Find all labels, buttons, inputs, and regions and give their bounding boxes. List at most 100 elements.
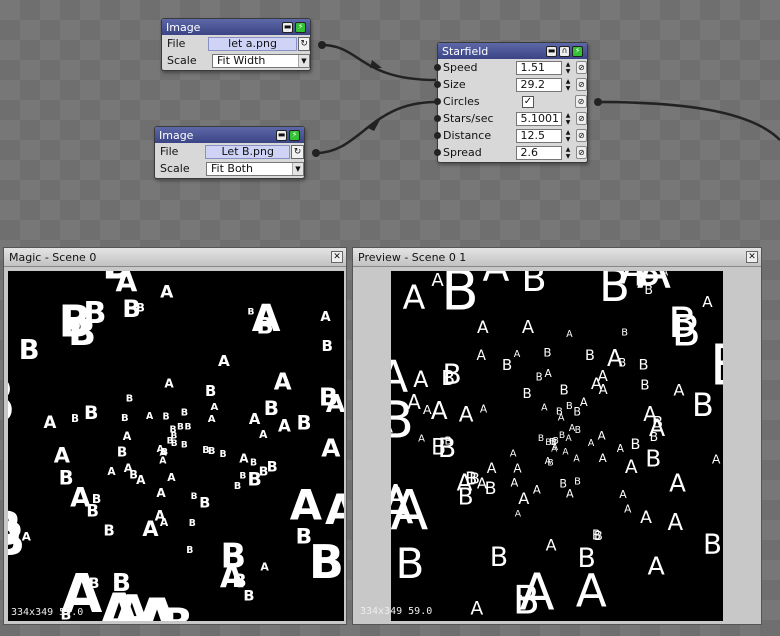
close-icon[interactable]: ✕ <box>331 251 343 263</box>
star-glyph: A <box>54 443 71 467</box>
power-icon[interactable]: ⚡ <box>289 129 300 141</box>
star-glyph: B <box>191 492 198 502</box>
power-icon[interactable]: ⚡ <box>295 21 306 33</box>
link-icon[interactable]: ∩ <box>559 45 570 57</box>
link-icon[interactable]: ⊘ <box>575 61 587 74</box>
spinner-icon[interactable]: ▲ ▼ <box>563 112 572 126</box>
file-input[interactable]: let a.png <box>207 36 298 51</box>
star-glyph: B <box>19 335 40 366</box>
param-label-stars-sec: Stars/sec <box>443 112 494 125</box>
power-icon[interactable]: ⚡ <box>572 45 583 57</box>
star-glyph: A <box>146 411 154 422</box>
star-glyph: A <box>278 417 291 436</box>
star-glyph: B <box>523 387 532 402</box>
star-glyph: A <box>459 403 474 428</box>
input-port[interactable] <box>434 64 441 71</box>
image-node-a-header[interactable]: Image ▬ ⚡ <box>162 19 310 35</box>
minimize-icon[interactable]: ▬ <box>276 129 287 141</box>
star-glyph: B <box>633 271 661 295</box>
link-icon[interactable]: ⊘ <box>575 112 587 125</box>
star-glyph: B <box>264 397 279 420</box>
speed-input[interactable]: 1.51 <box>516 60 563 75</box>
spinner-icon[interactable]: ▲ ▼ <box>563 146 572 160</box>
star-glyph: A <box>513 462 522 476</box>
star-glyph: B <box>560 384 569 399</box>
image-node-b-header[interactable]: Image ▬ ⚡ <box>155 127 304 143</box>
star-glyph: A <box>252 297 281 340</box>
spinner-icon[interactable]: ▲ ▼ <box>563 129 572 143</box>
star-glyph: A <box>274 370 292 396</box>
star-glyph: A <box>515 509 522 520</box>
file-input[interactable]: Let B.png <box>205 144 291 159</box>
circles-checkbox[interactable]: ✓ <box>522 95 534 108</box>
panel-title-bar[interactable]: Magic - Scene 0 ✕ <box>4 248 346 267</box>
star-glyph: A <box>107 466 116 478</box>
scale-select[interactable]: Fit Width ▼ <box>212 53 310 68</box>
minimize-icon[interactable]: ▬ <box>282 21 293 33</box>
magic-render-viewport[interactable]: AABBBBABABBBBBBABABBBBBBBBBBABABBBAABABB… <box>8 271 344 621</box>
star-glyph: A <box>124 461 133 475</box>
star-glyph: A <box>477 318 489 338</box>
spinner-icon[interactable]: ▲ ▼ <box>563 78 572 92</box>
star-glyph: A <box>522 317 535 338</box>
star-glyph: B <box>485 479 497 499</box>
link-icon[interactable]: ⊘ <box>575 129 587 142</box>
star-glyph: A <box>480 403 488 416</box>
star-glyph: B <box>222 271 270 279</box>
star-glyph: A <box>157 444 165 455</box>
star-glyph: A <box>573 454 580 465</box>
star-glyph: A <box>431 271 444 291</box>
spinner-icon[interactable]: ▲ ▼ <box>563 61 572 75</box>
input-port[interactable] <box>434 149 441 156</box>
star-glyph: A <box>511 476 519 490</box>
star-glyph: B <box>239 472 246 482</box>
preview-starfield-canvas: ABAAABBBABAAAABAABBABAAABAABAABBABAAAAAB… <box>391 271 723 621</box>
star-glyph: B <box>162 599 193 621</box>
magic-scene-panel[interactable]: Magic - Scene 0 ✕ AABBBBABABBBBBBABABBBB… <box>3 247 347 625</box>
star-glyph: A <box>599 451 607 465</box>
star-glyph: A <box>325 485 344 534</box>
file-label: File <box>167 37 186 50</box>
image-node-b[interactable]: Image ▬ ⚡ File Let B.png ↻ Scale Fit Bot… <box>154 126 305 179</box>
close-icon[interactable]: ✕ <box>746 251 758 263</box>
refresh-icon[interactable]: ↻ <box>291 144 304 159</box>
starfield-node-header[interactable]: Starfield ▬ ∩ ⚡ <box>438 43 587 59</box>
star-glyph: A <box>533 482 541 496</box>
input-port[interactable] <box>434 132 441 139</box>
star-glyph: A <box>560 271 599 281</box>
param-label-distance: Distance <box>443 129 492 142</box>
viewport-status: 334x349 59.0 <box>11 607 84 618</box>
node-title: Image <box>159 128 194 142</box>
input-port[interactable] <box>434 98 441 105</box>
star-glyph: B <box>441 271 479 323</box>
size-input[interactable]: 29.2 <box>516 77 563 92</box>
preview-render-viewport[interactable]: ABAAABBBABAAAABAABBABAAABAABAABBABAAAAAB… <box>391 271 723 621</box>
star-glyph: A <box>541 402 548 413</box>
spread-input[interactable]: 2.6 <box>516 145 563 160</box>
star-glyph: B <box>538 434 544 444</box>
magic-starfield-canvas: AABBBBABABBBBBBABABBBBBBBBBBABABBBAABABB… <box>8 271 344 621</box>
star-glyph: B <box>719 296 723 369</box>
panel-title-bar[interactable]: Preview - Scene 0 1 ✕ <box>353 248 761 267</box>
distance-input[interactable]: 12.5 <box>516 128 563 143</box>
star-glyph: B <box>186 545 193 556</box>
star-glyph: B <box>502 356 512 374</box>
scale-select[interactable]: Fit Both ▼ <box>206 161 304 176</box>
star-glyph: A <box>470 598 483 619</box>
stars-sec-input[interactable]: 5.1001 <box>516 111 563 126</box>
input-port[interactable] <box>434 81 441 88</box>
star-glyph: B <box>536 373 543 384</box>
star-glyph: A <box>702 293 713 311</box>
minimize-icon[interactable]: ▬ <box>546 45 557 57</box>
star-glyph: A <box>588 438 595 449</box>
link-icon[interactable]: ⊘ <box>575 78 587 91</box>
refresh-icon[interactable]: ↻ <box>298 36 310 51</box>
link-icon[interactable]: ⊘ <box>575 95 587 108</box>
input-port[interactable] <box>434 115 441 122</box>
preview-scene-panel[interactable]: Preview - Scene 0 1 ✕ ABAAABBBABAAAABAAB… <box>352 247 762 625</box>
star-glyph: A <box>44 412 57 432</box>
starfield-node[interactable]: Starfield ▬ ∩ ⚡ Speed 1.51 ▲ ▼ ⊘ Size 29.… <box>434 42 588 163</box>
link-icon[interactable]: ⊘ <box>575 146 587 159</box>
star-glyph: A <box>403 278 426 317</box>
image-node-a[interactable]: Image ▬ ⚡ File let a.png ↻ Scale Fit Wid… <box>161 18 311 71</box>
